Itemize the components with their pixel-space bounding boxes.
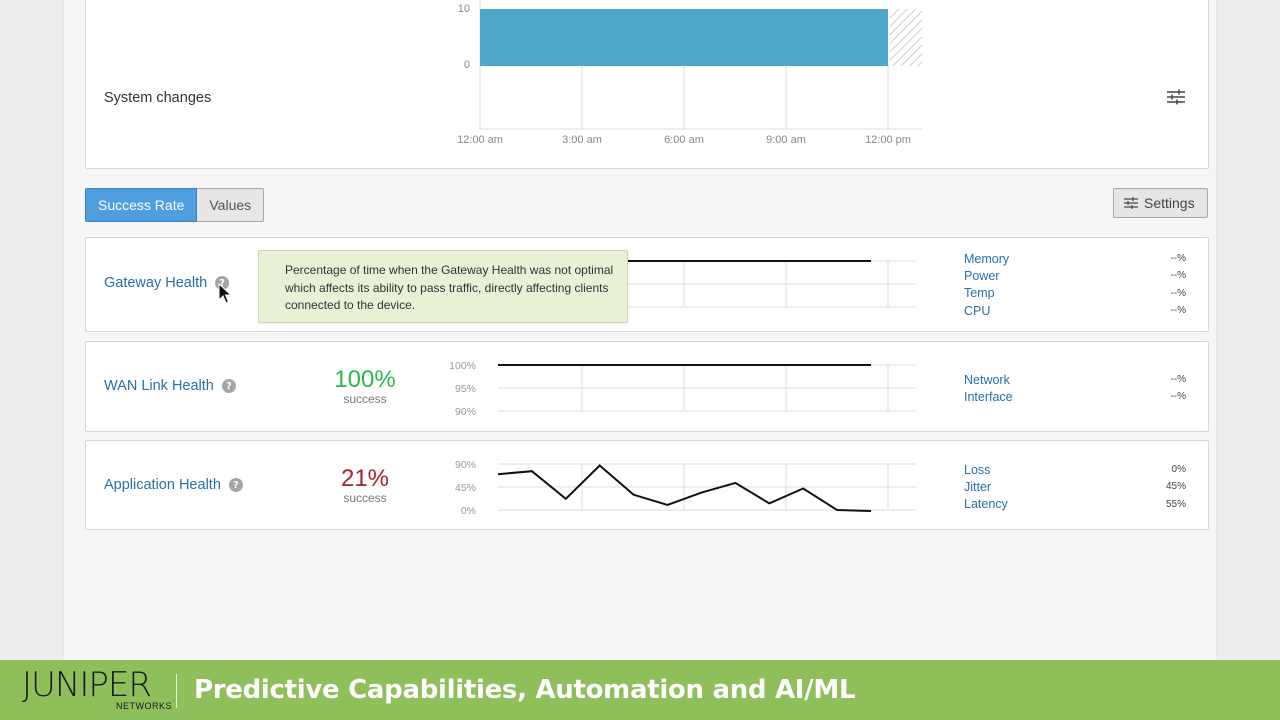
metric-cpu: CPU — [964, 303, 991, 318]
metric-temp: Temp — [964, 286, 995, 301]
metric-interface: Interface — [964, 389, 1013, 404]
application-health-card: Application Health ? 21% success 90% 45%… — [85, 440, 1209, 530]
metric-loss: Loss — [964, 462, 991, 477]
metric-row[interactable]: CPU --% — [964, 302, 1186, 319]
footer-title: Predictive Capabilities, Automation and … — [194, 675, 856, 705]
metric-power: Power — [964, 268, 1000, 283]
application-health-percent: 21% — [340, 465, 390, 492]
metric-latency: Latency — [964, 497, 1008, 512]
metric-row[interactable]: Jitter 45% — [964, 478, 1186, 495]
wan-link-health-label: WAN Link Health — [104, 378, 214, 394]
wan-link-health-title[interactable]: WAN Link Health ? — [104, 378, 236, 394]
future-hatch-area — [890, 9, 922, 66]
application-health-metrics: Loss 0% Jitter 45% Latency 55% — [964, 461, 1186, 513]
metric-row[interactable]: Temp --% — [964, 285, 1186, 302]
settings-button-label: Settings — [1144, 195, 1195, 211]
gateway-health-title[interactable]: Gateway Health ? — [104, 275, 230, 291]
wan-link-health-metrics: Network --% Interface --% — [964, 371, 1186, 406]
application-health-chart: 90% 45% 0% — [455, 459, 916, 517]
metric-cpu-value: --% — [1170, 305, 1186, 317]
application-health-title[interactable]: Application Health ? — [104, 477, 243, 493]
metric-row[interactable]: Latency 55% — [964, 496, 1186, 513]
help-icon[interactable]: ? — [221, 379, 236, 393]
help-icon[interactable]: ? — [228, 478, 243, 492]
system-changes-card: System changes 10 0 12:00 am 3:00 am 6:0… — [85, 0, 1209, 169]
metric-row[interactable]: Loss 0% — [964, 461, 1186, 478]
metric-loss-value: 0% — [1171, 464, 1186, 476]
tab-values[interactable]: Values — [197, 188, 265, 222]
wan-link-health-status: success — [343, 392, 387, 406]
system-changes-chart: 10 0 12:00 am 3:00 am 6:00 am 9:00 am 12… — [457, 0, 922, 146]
y-tick-label: 100% — [449, 360, 476, 372]
x-tick-label: 3:00 am — [562, 134, 602, 146]
metric-row[interactable]: Interface --% — [964, 388, 1186, 405]
application-health-label: Application Health — [104, 477, 221, 493]
y-tick-zero: 0 — [464, 59, 470, 71]
tab-success-rate[interactable]: Success Rate — [85, 188, 198, 222]
system-changes-bar — [480, 9, 888, 66]
gateway-health-card: Gateway Health ? Percentage of time when… — [85, 237, 1209, 332]
metric-network: Network — [964, 372, 1010, 387]
metric-row[interactable]: Power --% — [964, 267, 1186, 284]
gateway-health-tooltip: Percentage of time when the Gateway Heal… — [258, 250, 628, 323]
metric-latency-value: 55% — [1165, 498, 1186, 510]
wan-link-health-percent-block: 100% success — [320, 366, 410, 406]
sliders-icon[interactable] — [1166, 88, 1186, 106]
x-tick-label: 6:00 am — [664, 134, 704, 146]
y-tick-top: 10 — [458, 3, 470, 15]
wan-grid — [498, 364, 916, 412]
mouse-cursor-icon — [218, 283, 232, 304]
juniper-logo: JUNIPER — [22, 665, 152, 705]
x-tick-label: 12:00 pm — [865, 134, 911, 146]
footer-divider — [176, 674, 177, 708]
metric-network-value: --% — [1170, 374, 1186, 386]
sliders-icon — [1124, 197, 1138, 209]
gateway-health-metrics: Memory --% Power --% Temp --% CPU --% — [964, 250, 1186, 319]
wan-link-health-percent: 100% — [334, 366, 396, 393]
y-tick-label: 0% — [461, 505, 476, 517]
metric-power-value: --% — [1170, 270, 1186, 282]
app-grid — [498, 463, 916, 511]
metric-row[interactable]: Network --% — [964, 371, 1186, 388]
metric-interface-value: --% — [1170, 391, 1186, 403]
metric-jitter-value: 45% — [1165, 481, 1186, 493]
gateway-health-label: Gateway Health — [104, 275, 208, 291]
wan-link-health-card: WAN Link Health ? 100% success 100% 95% … — [85, 341, 1209, 432]
x-tick-label: 12:00 am — [457, 134, 503, 146]
metric-memory-value: --% — [1170, 253, 1186, 265]
settings-button[interactable]: Settings — [1113, 188, 1208, 218]
view-mode-tabs: Success Rate Values — [85, 188, 265, 222]
juniper-logo-sub: NETWORKS — [116, 701, 173, 711]
y-tick-label: 95% — [455, 383, 476, 395]
metric-memory: Memory — [964, 251, 1010, 266]
y-tick-label: 90% — [455, 406, 476, 418]
application-health-status: success — [343, 491, 387, 505]
x-tick-label: 9:00 am — [766, 134, 806, 146]
y-tick-label: 90% — [455, 459, 476, 471]
wan-link-health-chart: 100% 95% 90% — [449, 360, 916, 418]
metric-temp-value: --% — [1170, 287, 1186, 299]
dashboard-page: System changes 10 0 12:00 am 3:00 am 6:0… — [64, 0, 1216, 660]
metric-row[interactable]: Memory --% — [964, 250, 1186, 267]
application-health-percent-block: 21% success — [320, 465, 410, 505]
y-tick-label: 45% — [455, 482, 476, 494]
metric-jitter: Jitter — [964, 479, 992, 494]
